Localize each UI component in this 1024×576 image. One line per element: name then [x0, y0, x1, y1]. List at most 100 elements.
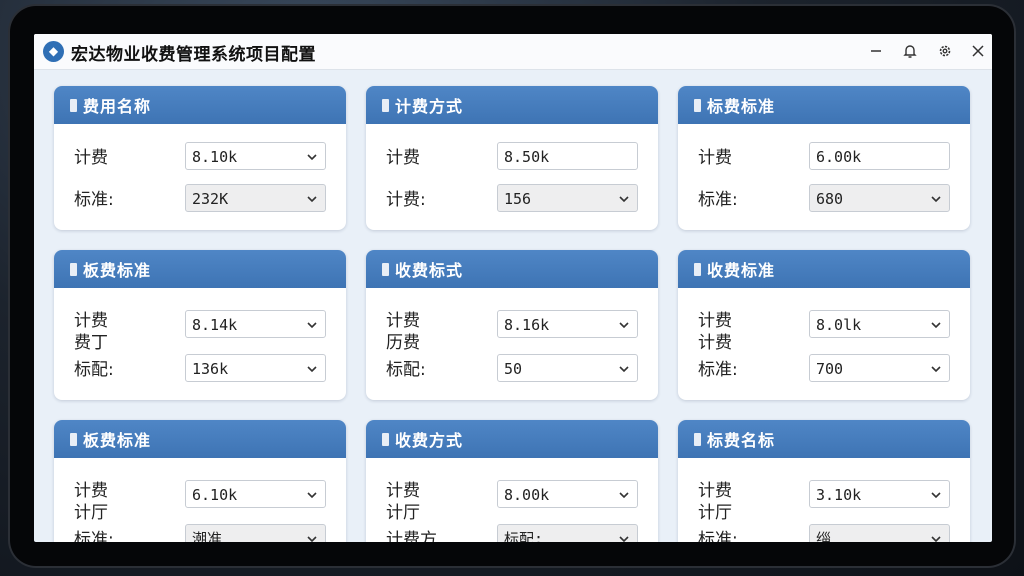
- chevron-down-icon: [619, 322, 629, 329]
- chevron-down-icon: [931, 536, 941, 542]
- field-value: 136k: [192, 360, 229, 378]
- config-card: 费用名称计费 8.10k 标准: 232K: [54, 86, 346, 230]
- card-header: 费用名称: [54, 86, 346, 124]
- app-window: ◆ 宏达物业收费管理系统项目配置 费用名称 计费 8.10k 标准: 232K 计费方式计…: [34, 34, 992, 542]
- header-marker-icon: [382, 262, 389, 276]
- value-select[interactable]: 50: [497, 354, 638, 382]
- chevron-down-icon: [307, 154, 317, 161]
- field-value: 156: [504, 190, 532, 208]
- value-select[interactable]: 680: [809, 184, 950, 212]
- value-select[interactable]: 8.14k: [185, 310, 326, 338]
- bell-icon: [903, 45, 917, 58]
- config-card: 计费方式计费 8.50k 计费: 156: [366, 86, 658, 230]
- config-card: 标费标准 计费 6.00k 标准: 680: [678, 86, 970, 230]
- field-label: 计费 计厅: [74, 481, 108, 523]
- field-label: 标准:: [74, 530, 114, 542]
- card-header: 标费名标: [678, 420, 970, 458]
- card-header: 收费方式: [366, 420, 658, 458]
- header-marker-icon: [694, 432, 701, 446]
- value-input[interactable]: 6.00k: [809, 142, 950, 170]
- config-card: 板费标准计费 费丁 8.14k 标配: 136k: [54, 250, 346, 400]
- field-value: 6.10k: [192, 486, 238, 504]
- value-select[interactable]: 缁: [809, 524, 950, 542]
- value-select[interactable]: 8.00k: [497, 480, 638, 508]
- field-row: 计费 费丁 8.14k: [74, 310, 330, 353]
- chevron-down-icon: [619, 492, 629, 499]
- chevron-down-icon: [307, 196, 317, 203]
- field-row: 计费 8.50k: [386, 142, 642, 174]
- field-value: 缁: [816, 530, 832, 542]
- minimize-button[interactable]: [864, 39, 888, 63]
- field-label: 标准:: [698, 360, 738, 380]
- field-value: 标配:: [504, 530, 544, 542]
- value-select[interactable]: 6.10k: [185, 480, 326, 508]
- field-value: 680: [816, 190, 844, 208]
- card-header: 计费方式: [366, 86, 658, 124]
- card-header: 板费标准: [54, 420, 346, 458]
- header-marker-icon: [694, 98, 701, 112]
- field-value: 8.0lk: [816, 316, 862, 334]
- value-select[interactable]: 8.16k: [497, 310, 638, 338]
- field-row: 计费 历费 8.16k: [386, 310, 642, 353]
- close-button[interactable]: [966, 39, 990, 63]
- field-label: 计费方: [386, 530, 437, 542]
- field-value: 8.10k: [192, 148, 238, 166]
- field-row: 标准: 232K: [74, 184, 330, 216]
- card-body: 计费 计厅 6.10k 标准: 潮准: [54, 458, 346, 542]
- card-header: 板费标准: [54, 250, 346, 288]
- field-row: 计费 计厅 8.00k: [386, 480, 642, 523]
- field-label: 计费 历费: [386, 311, 420, 353]
- chevron-down-icon: [307, 366, 317, 373]
- card-body: 计费 计厅 8.00k 计费方 标配:: [366, 458, 658, 542]
- value-select[interactable]: 232K: [185, 184, 326, 212]
- field-value: 8.16k: [504, 316, 550, 334]
- field-value: 3.10k: [816, 486, 862, 504]
- header-marker-icon: [70, 98, 77, 112]
- close-icon: [972, 45, 984, 57]
- card-body: 计费 6.00k 标准: 680: [678, 124, 970, 230]
- gear-icon: [939, 45, 951, 57]
- settings-button[interactable]: [933, 39, 957, 63]
- chevron-down-icon: [619, 536, 629, 542]
- card-body: 计费 历费 8.16k 标配: 50: [366, 288, 658, 400]
- field-row: 标准: 680: [698, 184, 954, 216]
- field-row: 计费 8.10k: [74, 142, 330, 174]
- field-row: 计费 计厅 6.10k: [74, 480, 330, 523]
- minimize-icon: [871, 50, 881, 52]
- config-card: 收费标式 计费 历费 8.16k 标配: 50: [366, 250, 658, 400]
- value-select[interactable]: 3.10k: [809, 480, 950, 508]
- field-label: 标配:: [386, 360, 426, 380]
- window-title: 宏达物业收费管理系统项目配置: [71, 45, 316, 65]
- value-input[interactable]: 8.50k: [497, 142, 638, 170]
- value-select[interactable]: 156: [497, 184, 638, 212]
- field-row: 标准: 700: [698, 354, 954, 386]
- value-select[interactable]: 700: [809, 354, 950, 382]
- value-select[interactable]: 标配:: [497, 524, 638, 542]
- field-row: 标配: 136k: [74, 354, 330, 386]
- value-select[interactable]: 136k: [185, 354, 326, 382]
- chevron-down-icon: [931, 366, 941, 373]
- field-row: 标配: 50: [386, 354, 642, 386]
- notification-button[interactable]: [898, 39, 922, 63]
- chevron-down-icon: [307, 536, 317, 542]
- field-value: 8.14k: [192, 316, 238, 334]
- card-title: 板费标准: [83, 261, 152, 280]
- chevron-down-icon: [307, 322, 317, 329]
- card-body: 计费 8.50k 计费: 156: [366, 124, 658, 230]
- config-card: 收费方式计费 计厅 8.00k 计费方 标配:: [366, 420, 658, 542]
- card-title: 费用名称: [83, 97, 152, 116]
- value-select[interactable]: 8.0lk: [809, 310, 950, 338]
- card-header: 收费标准: [678, 250, 970, 288]
- chevron-down-icon: [931, 492, 941, 499]
- value-select[interactable]: 8.10k: [185, 142, 326, 170]
- card-body: 计费 计费 8.0lk 标准: 700: [678, 288, 970, 400]
- card-title: 计费方式: [395, 97, 464, 116]
- field-label: 计费: [698, 148, 732, 168]
- config-card: 板费标准计费 计厅 6.10k 标准: 潮准: [54, 420, 346, 542]
- field-label: 标准:: [74, 190, 114, 210]
- field-row: 标准: 缁: [698, 524, 954, 542]
- field-value: 8.50k: [504, 148, 550, 166]
- value-select[interactable]: 潮准: [185, 524, 326, 542]
- card-title: 收费方式: [395, 431, 464, 450]
- field-value: 8.00k: [504, 486, 550, 504]
